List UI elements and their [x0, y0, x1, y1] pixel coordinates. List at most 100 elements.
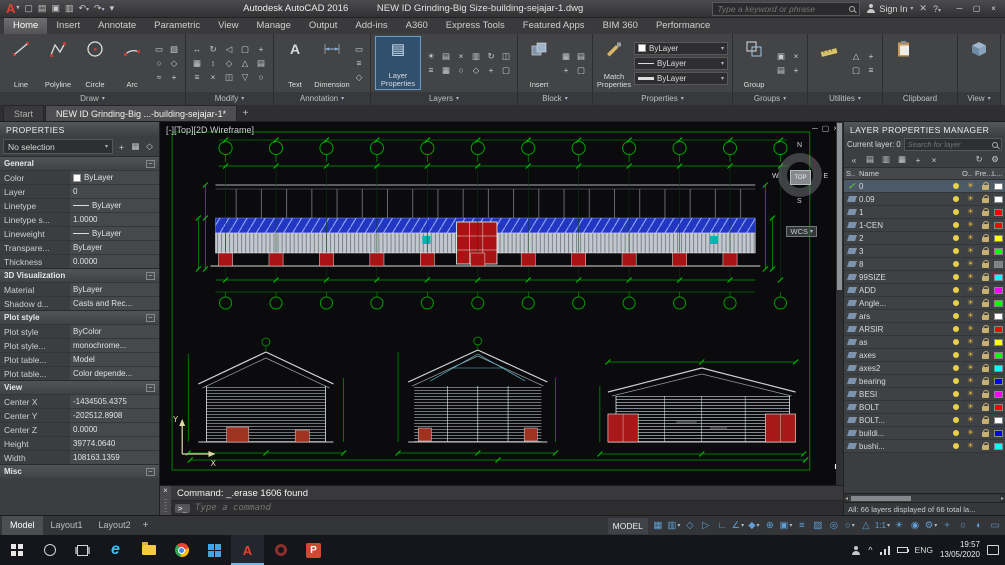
layer-freeze-icon[interactable]: ☀ [962, 377, 979, 385]
layer-on-icon[interactable] [952, 261, 959, 267]
modify-tool-icon[interactable]: ◫ [222, 71, 236, 84]
layer-freeze-icon[interactable]: ☀ [962, 299, 979, 307]
layer-on-icon[interactable] [952, 417, 959, 423]
layer-on-icon[interactable] [952, 196, 959, 202]
group-tool-icon[interactable]: × [789, 50, 803, 63]
layer-freeze-icon[interactable]: ☀ [962, 286, 979, 294]
viewcube-east[interactable]: E [823, 173, 828, 180]
layer-row[interactable]: 2 ☀ [844, 232, 1005, 245]
object-color-dropdown[interactable]: ByLayer ▾ [634, 41, 728, 55]
viewport-controls-label[interactable]: [-][Top][2D Wireframe] [166, 125, 254, 135]
property-value[interactable]: 0.0000 [70, 423, 159, 436]
layer-row[interactable]: bushi... ☀ [844, 440, 1005, 453]
scroll-left-icon[interactable]: ◂ [845, 495, 848, 502]
layer-color-swatch[interactable] [994, 312, 1003, 320]
layer-lock-icon[interactable] [982, 429, 989, 437]
layer-row[interactable]: 99SIZE ☀ [844, 271, 1005, 284]
keyword-search-input[interactable] [717, 3, 846, 14]
layer-properties-button[interactable]: ▤ Layer Properties [375, 36, 421, 90]
undo-icon[interactable]: ↶▾ [78, 1, 89, 17]
viewport-restore-icon[interactable]: ▢ [822, 124, 830, 134]
property-value[interactable]: ByColor [70, 325, 159, 338]
property-row[interactable]: Plot table... Color depende... [0, 366, 159, 380]
layer-search-box[interactable] [903, 138, 1002, 151]
file-tab-start[interactable]: Start [3, 105, 45, 121]
clean-screen-icon[interactable]: ▭ [987, 518, 1003, 534]
layer-row[interactable]: ars ☀ [844, 310, 1005, 323]
collapse-section-icon[interactable]: – [146, 159, 155, 168]
line-tool-button[interactable]: Line [4, 36, 38, 90]
layer-list-header[interactable]: S.. Name O.. Fre... L... [844, 167, 1005, 180]
ribbon-tab-home[interactable]: Home [4, 18, 48, 34]
property-value[interactable]: 39774.0640 [70, 437, 159, 450]
property-row[interactable]: Color ByLayer [0, 170, 159, 184]
layer-color-swatch[interactable] [994, 403, 1003, 411]
layer-color-swatch[interactable] [994, 377, 1003, 385]
3d-osnap-icon[interactable]: ○ ▾ [842, 518, 858, 534]
language-indicator[interactable]: ENG [915, 545, 933, 555]
section-header-misc[interactable]: Misc – [0, 464, 159, 478]
utilities-panel-label[interactable]: Utilities ▾ [808, 92, 882, 105]
ribbon-tab-featured-apps[interactable]: Featured Apps [514, 18, 594, 34]
layer-row[interactable]: BOLT... ☀ [844, 414, 1005, 427]
polar-tracking-icon[interactable]: ∠ ▾ [730, 518, 746, 534]
layer-tool-icon[interactable]: ▦ [439, 64, 453, 77]
new-layout-button[interactable]: + [139, 520, 153, 531]
layer-on-icon[interactable] [952, 222, 959, 228]
layer-freeze-icon[interactable]: ☀ [962, 221, 979, 229]
layer-on-icon[interactable] [952, 209, 959, 215]
dynamic-input-icon[interactable]: ▷ [698, 518, 714, 534]
dimension-tool-button[interactable]: Dimension [314, 36, 350, 90]
help-icon[interactable]: ?▾ [933, 4, 941, 14]
layer-search-input[interactable] [907, 140, 990, 149]
layer-color-swatch[interactable] [994, 221, 1003, 229]
lineweight-icon[interactable]: ≡ [794, 518, 810, 534]
layer-freeze-icon[interactable]: ☀ [962, 442, 979, 450]
grid-display-icon[interactable]: ▦ [650, 518, 666, 534]
collapse-section-icon[interactable]: – [146, 271, 155, 280]
new-tab-button[interactable]: + [238, 106, 253, 121]
autoscale-icon[interactable]: ◉ [907, 518, 923, 534]
layer-row[interactable]: Angle... ☀ [844, 297, 1005, 310]
layer-on-icon[interactable] [952, 339, 959, 345]
property-value[interactable]: Model [70, 353, 159, 366]
taskbar-clock[interactable]: 19:57 13/05/2020 [940, 540, 980, 559]
layer-freeze-icon[interactable]: ☀ [962, 364, 979, 372]
layers-panel-label[interactable]: Layers ▾ [371, 92, 517, 105]
draw-tool-icon[interactable]: ○ [152, 57, 166, 70]
circle-tool-button[interactable]: Circle [78, 36, 112, 90]
layer-on-icon[interactable] [952, 248, 959, 254]
property-row[interactable]: Linetype ByLayer [0, 198, 159, 212]
layer-freeze-icon[interactable]: ☀ [962, 195, 979, 203]
graphics-performance-icon[interactable]: ◐ [971, 518, 987, 534]
group-tool-icon[interactable]: + [789, 64, 803, 77]
workspace-switching-icon[interactable]: ⚙ ▾ [923, 518, 939, 534]
isometric-drafting-icon[interactable]: ◆ ▾ [746, 518, 762, 534]
layer-freeze-icon[interactable]: ☀ [962, 208, 979, 216]
modify-panel-label[interactable]: Modify ▾ [186, 92, 273, 105]
property-row[interactable]: Center Z 0.0000 [0, 422, 159, 436]
layer-freeze-icon[interactable]: ☀ [962, 416, 979, 424]
layer-tool-icon[interactable]: ≡ [424, 64, 438, 77]
osnap-tracking-icon[interactable]: ⊕ [762, 518, 778, 534]
selection-cycling-icon[interactable]: ◎ [826, 518, 842, 534]
layer-lock-icon[interactable] [982, 403, 989, 411]
layer-row[interactable]: 3 ☀ [844, 245, 1005, 258]
start-button[interactable] [0, 535, 33, 565]
property-row[interactable]: Thickness 0.0000 [0, 254, 159, 268]
collapse-section-icon[interactable]: – [146, 467, 155, 476]
layer-lock-icon[interactable] [982, 234, 989, 242]
ribbon-tab-manage[interactable]: Manage [248, 18, 300, 34]
annotation-scale-button[interactable]: 1:1 ▾ [874, 518, 891, 534]
layer-states-icon[interactable]: ▦ [895, 153, 909, 166]
snap-mode-icon[interactable]: ▥ ▾ [666, 518, 682, 534]
hidden-icons-chevron[interactable]: ^ [868, 545, 872, 555]
section-header-view[interactable]: View – [0, 380, 159, 394]
utility-tool-icon[interactable]: + [864, 50, 878, 63]
view-button[interactable] [962, 36, 996, 90]
layer-freeze-icon[interactable]: ☀ [962, 182, 979, 190]
property-value[interactable]: ByLayer [70, 241, 159, 254]
scrollbar-thumb[interactable] [837, 123, 842, 290]
search-button[interactable] [33, 535, 66, 565]
layer-freeze-icon[interactable]: ☀ [962, 260, 979, 268]
